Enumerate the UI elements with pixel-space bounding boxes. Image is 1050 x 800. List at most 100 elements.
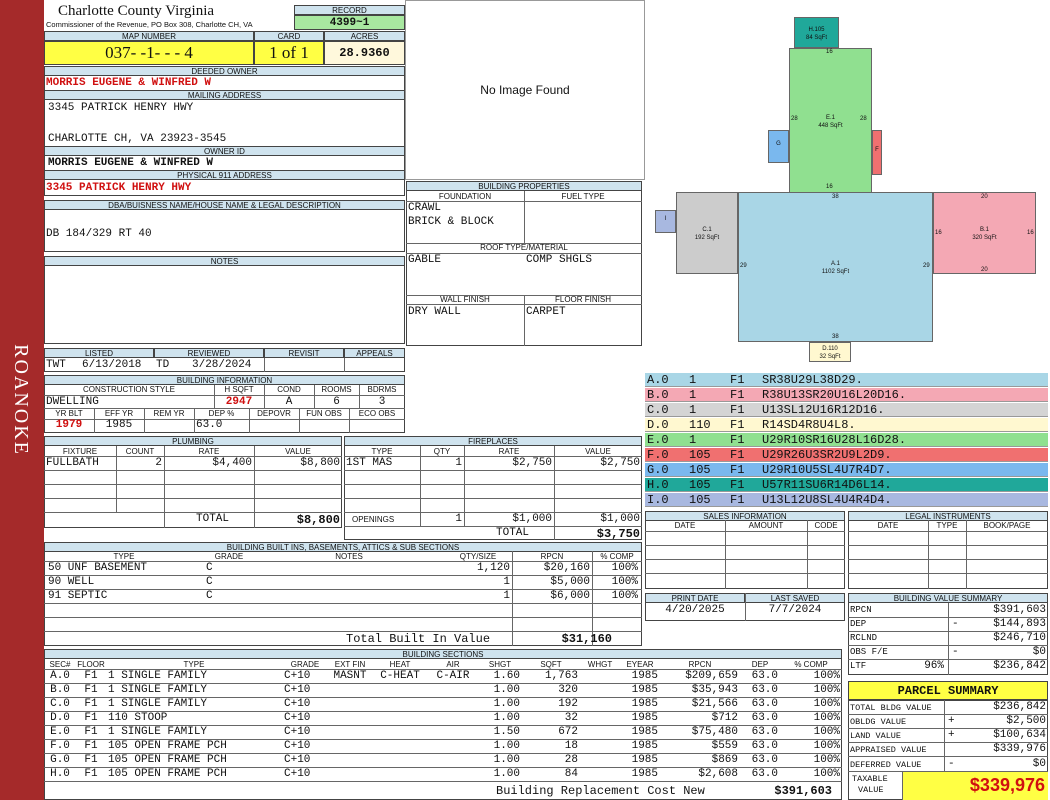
sketch-label-a: A.1 [830, 261, 840, 267]
section-cell: 100% [813, 712, 840, 724]
vector-n: 1 [689, 403, 697, 417]
section-cell: C-HEAT [380, 670, 420, 682]
section-cell: F1 [84, 712, 98, 724]
builtin-row-3-type: 91 SEPTIC [48, 590, 108, 602]
sketch-section-c: C.1 192 SqFt [676, 192, 738, 274]
openings-qty: 1 [455, 513, 462, 525]
foundation-1: CRAWL [408, 202, 442, 214]
section-cell: 1,763 [544, 670, 578, 682]
land-value: $100,634 [993, 729, 1046, 741]
obldg-value: $2,500 [1006, 715, 1046, 727]
vector-code: U13SL12U16R12D16. [762, 403, 885, 417]
section-cell: C+10 [284, 684, 311, 696]
map-number-header: MAP NUMBER [44, 31, 254, 41]
vector-fl: F1 [730, 373, 745, 387]
sketch-area-b: 320 SqFt [972, 235, 997, 241]
rooms-label: ROOMS [321, 385, 352, 394]
section-cell: F1 [84, 684, 98, 696]
sketch-label-h: H.105 [808, 26, 825, 33]
fireplace-value: $2,750 [600, 457, 640, 469]
roof-material: COMP SHGLS [526, 254, 593, 266]
sketch-section-d: D.110 32 SqFt [809, 342, 851, 362]
vector-code: U13L12U8SL4U4R4D4. [762, 493, 892, 507]
sketch-area-e: 448 SqFt [818, 122, 843, 129]
record-header: RECORD [294, 5, 405, 15]
section-cell: C+10 [284, 712, 311, 724]
vector-sec: C.0 [647, 403, 669, 417]
vector-sec: A.0 [647, 373, 669, 387]
sketch-label-b: B.1 [979, 227, 989, 233]
floor-finish-label: FLOOR FINISH [554, 295, 611, 304]
builtins-col-rpcn: RPCN [540, 552, 564, 561]
deferred-value: $0 [1032, 758, 1046, 770]
sketch-section-i: I [655, 210, 676, 233]
section-cell: 1.00 [493, 754, 520, 766]
section-cell: 1985 [631, 670, 658, 682]
parcel-summary-title: PARCEL SUMMARY [848, 681, 1048, 700]
section-cell: 100% [813, 670, 840, 682]
builtin-row-3-rpcn: $6,000 [550, 590, 590, 602]
sketch-area-a: 1102 SqFt [821, 269, 850, 275]
section-cell: 105 OPEN FRAME PCH [108, 768, 227, 780]
bdrms-label: BDRMS [367, 385, 397, 394]
fireplace-total-label: TOTAL [496, 527, 530, 539]
sections-col-header: WHGT [587, 660, 613, 669]
vector-code: U57R11SU6R14D6L14. [762, 478, 892, 492]
sections-col-header: AIR [446, 660, 460, 669]
builtin-row-1-qty: 1,120 [476, 562, 510, 574]
sketch-section-g: G [768, 130, 789, 163]
eco-obs-label: ECO OBS [358, 409, 396, 418]
section-cell: $75,480 [691, 726, 738, 738]
vector-n: 1 [689, 388, 697, 402]
fireplace-qty: 1 [455, 457, 462, 469]
vector-sec: D.0 [647, 418, 669, 432]
openings-value: $1,000 [600, 513, 640, 525]
section-cell: 28 [564, 754, 578, 766]
section-cell: E.0 [50, 726, 70, 738]
section-cell: 63.0 [751, 684, 778, 696]
vector-fl: F1 [730, 433, 745, 447]
vector-code: U29R26U3SR2U9L2D9. [762, 448, 892, 462]
no-image-text: No Image Found [480, 83, 570, 97]
vector-sec: E.0 [647, 433, 669, 447]
section-cell: C+10 [284, 726, 311, 738]
vector-code: U29R10SR16U28L16D28. [762, 433, 907, 447]
section-cell: $712 [711, 712, 738, 724]
legal-col-date: DATE [877, 521, 899, 530]
section-cell: 18 [564, 740, 578, 752]
sketch-dim: 16 [826, 49, 833, 55]
rclnd-value: $246,710 [993, 632, 1046, 644]
vector-code: U29R10U5SL4U7R4D7. [762, 463, 892, 477]
vector-row: G.0 105 F1 U29R10U5SL4U7R4D7. [645, 463, 1048, 477]
sections-col-header: % COMP [794, 660, 828, 669]
hsqft-label: H SQFT [224, 385, 254, 394]
county-title: Charlotte County Virginia [58, 3, 215, 19]
section-cell: 1 SINGLE FAMILY [108, 684, 208, 696]
deferred-sign: - [948, 758, 955, 770]
section-cell: 63.0 [751, 754, 778, 766]
vector-row: D.0 110 F1 R14SD4R8U4L8. [645, 418, 1048, 432]
floor-finish: CARPET [526, 306, 566, 318]
section-cell: 105 OPEN FRAME PCH [108, 740, 227, 752]
rpcn-label: RPCN [850, 605, 872, 615]
builtin-row-2-comp: 100% [611, 576, 638, 588]
section-cell: B.0 [50, 684, 70, 696]
plumbing-rate: $4,400 [212, 457, 252, 469]
sales-col-date: DATE [674, 521, 696, 530]
sections-col-header: TYPE [183, 660, 205, 669]
dep-label: DEP [850, 619, 867, 629]
appraised-label: APPRAISED VALUE [850, 745, 927, 755]
vector-fl: F1 [730, 388, 745, 402]
sketch-label-i: I [664, 215, 667, 222]
section-cell: $2,608 [698, 768, 738, 780]
taxable-value: $339,976 [903, 772, 1048, 800]
sketch-section-b: B.1 320 SqFt [933, 192, 1036, 274]
vector-code: R14SD4R8U4L8. [762, 418, 856, 432]
notes-box [44, 256, 405, 344]
sketch-label-f: F [875, 146, 879, 153]
builtin-row-2-grade: C [206, 576, 213, 588]
section-cell: 100% [813, 698, 840, 710]
section-cell: 100% [813, 768, 840, 780]
section-cell: 63.0 [751, 740, 778, 752]
sections-col-header: FLOOR [77, 660, 105, 669]
